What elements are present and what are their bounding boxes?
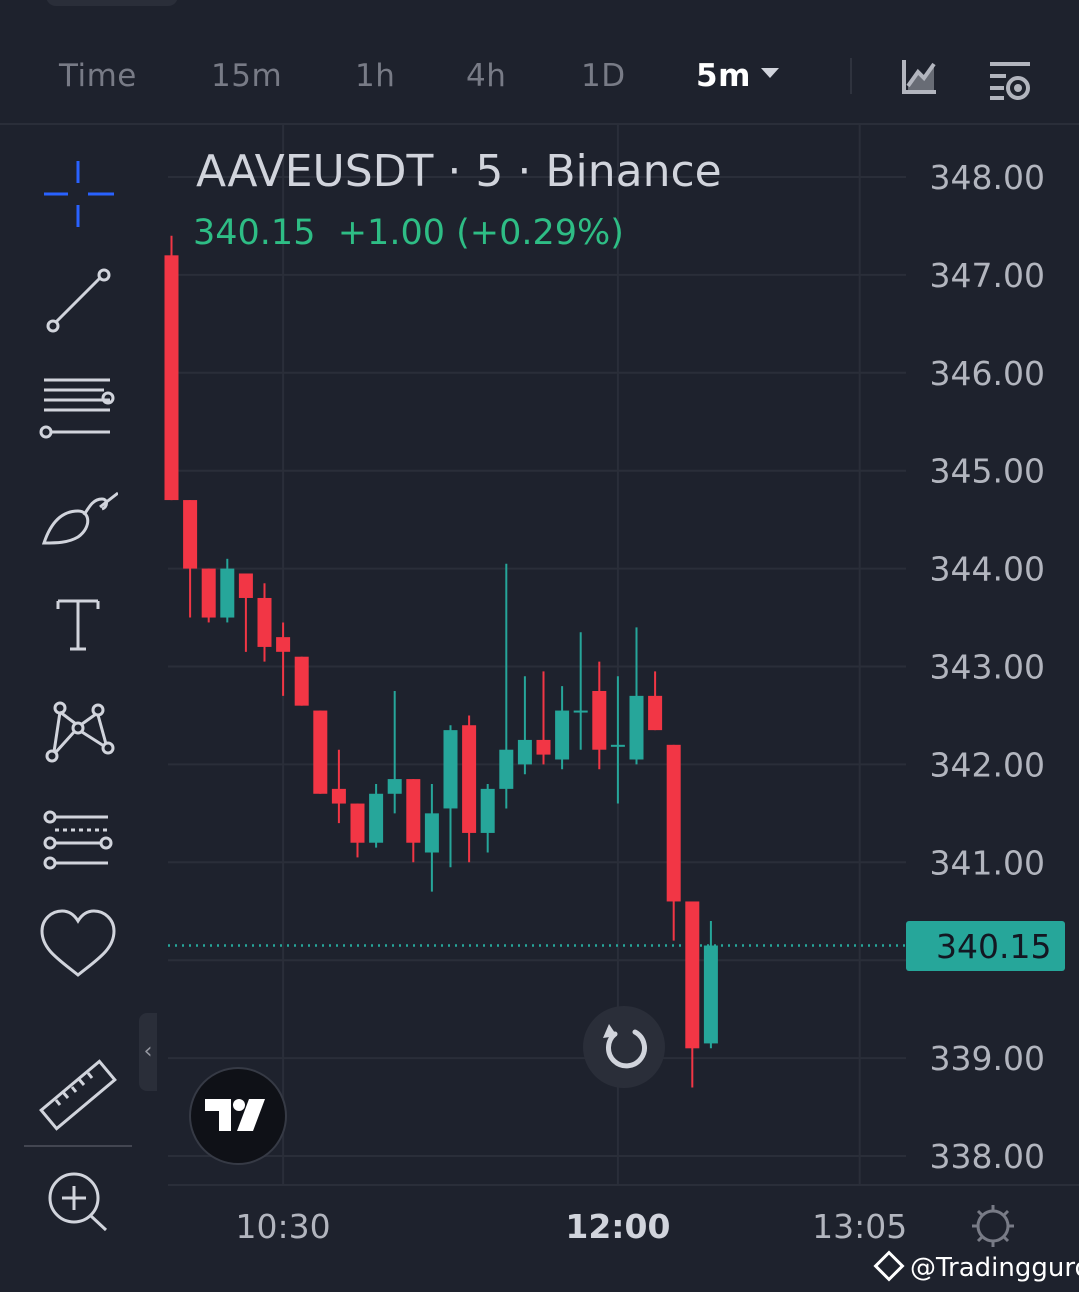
diamond-icon (873, 1249, 905, 1282)
candle-body (201, 568, 216, 618)
reset-icon (603, 1024, 647, 1069)
candle-body (164, 255, 179, 501)
candle-body (443, 730, 458, 809)
x-tick-label: 10:30 (236, 1207, 331, 1246)
candle-body (257, 597, 272, 647)
candle-body (536, 739, 551, 755)
candle-body (480, 788, 495, 833)
y-tick-label: 346.00 (930, 354, 1045, 393)
candle-body (183, 500, 198, 569)
candle-body (629, 695, 644, 760)
reset-chart-button[interactable] (583, 1006, 665, 1088)
y-tick-label: 338.00 (930, 1137, 1045, 1176)
candle-body (350, 803, 365, 843)
candle-body (648, 695, 663, 731)
candle-body (499, 749, 514, 789)
candle-body (610, 744, 625, 747)
y-tick-label: 348.00 (930, 158, 1045, 197)
candle-body (592, 690, 607, 750)
candle-body (703, 945, 718, 1044)
candle-body (387, 779, 402, 794)
last-price-tag: 340.15 (906, 921, 1065, 971)
candle-body (220, 568, 235, 618)
last-price: 340.15 (193, 213, 316, 253)
candle-body (369, 793, 384, 843)
tradingview-logo[interactable] (189, 1067, 287, 1165)
y-tick-label: 339.00 (930, 1039, 1045, 1078)
candle-body (424, 813, 439, 853)
watermark: @Tradingguro (873, 1249, 1079, 1283)
y-tick-label: 345.00 (930, 452, 1045, 491)
x-tick-label: 12:00 (565, 1207, 670, 1246)
candle-body (406, 779, 421, 843)
last-price-tag-label: 340.15 (936, 927, 1052, 966)
price-quote: 340.15 +1.00 (+0.29%) (193, 213, 624, 253)
y-tick-label: 343.00 (930, 648, 1045, 687)
y-tick-label: 341.00 (930, 843, 1045, 882)
x-tick-label: 13:05 (812, 1207, 907, 1246)
candle-body (462, 725, 477, 833)
candle-body (294, 656, 309, 706)
candle-body (685, 901, 700, 1049)
y-tick-label: 342.00 (930, 745, 1045, 784)
candle-body (666, 744, 681, 902)
candle-body (331, 788, 346, 804)
candle-body (517, 739, 532, 765)
symbol-title: AAVEUSDT · 5 · Binance (196, 146, 722, 197)
candle-body (555, 710, 570, 760)
candle-body (276, 637, 291, 652)
gear-icon[interactable] (970, 1203, 1016, 1249)
price-change: +1.00 (+0.29%) (337, 213, 624, 253)
candle-body (573, 710, 588, 713)
candle-body (238, 573, 253, 598)
y-tick-label: 344.00 (930, 550, 1045, 589)
candle-body (313, 710, 328, 794)
watermark-text: @Tradingguro (910, 1253, 1079, 1283)
y-tick-label: 347.00 (930, 256, 1045, 295)
